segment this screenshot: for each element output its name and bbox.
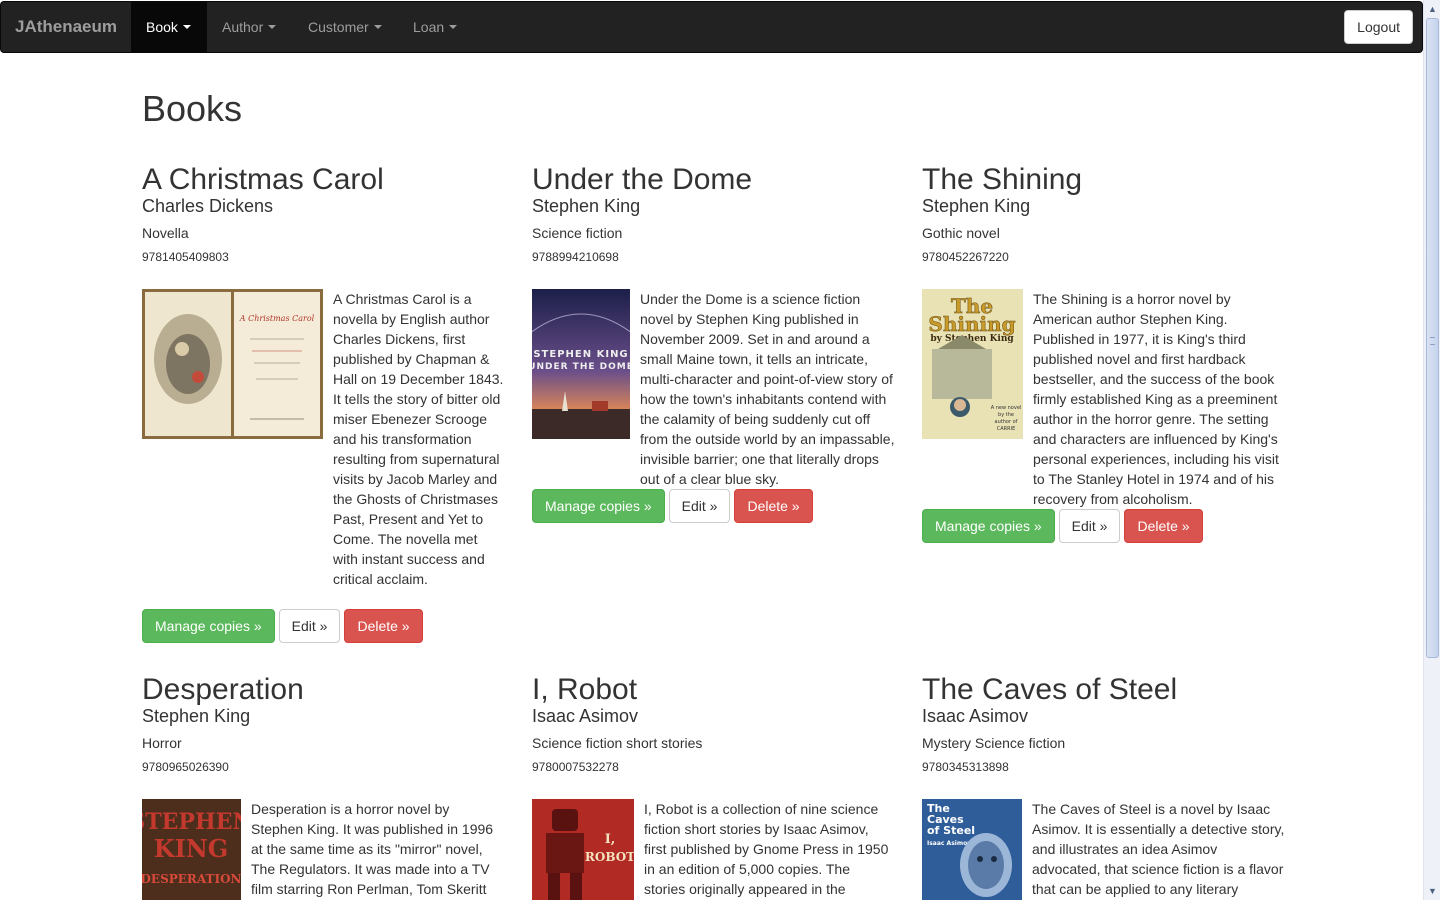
nav-book-dropdown[interactable]: Book — [131, 2, 207, 52]
nav-author-dropdown[interactable]: Author — [207, 2, 291, 52]
manage-copies-button[interactable]: Manage copies » — [532, 489, 665, 523]
scroll-up-arrow-icon[interactable]: ▲ — [1426, 2, 1439, 16]
book-card: I, Robot Isaac Asimov Science fiction sh… — [532, 672, 892, 900]
nav-customer-dropdown[interactable]: Customer — [293, 2, 397, 52]
book-description: I, Robot is a collection of nine science… — [644, 801, 889, 897]
nav-book-label: Book — [146, 19, 178, 35]
delete-button[interactable]: Delete » — [344, 609, 423, 643]
edit-button[interactable]: Edit » — [1058, 509, 1121, 543]
svg-text:CARRIE: CARRIE — [997, 426, 1016, 432]
book-cover-image: I, ROBOT — [532, 799, 634, 900]
page-title: Books — [142, 88, 243, 129]
book-genre: Mystery Science fiction — [922, 735, 1066, 751]
svg-text:DESPERATION: DESPERATION — [142, 872, 241, 886]
nav-customer-label: Customer — [308, 19, 369, 35]
book-title: A Christmas Carol — [142, 163, 384, 196]
scroll-down-arrow-icon[interactable]: ▼ — [1426, 884, 1439, 898]
book-card: The Caves of Steel Isaac Asimov Mystery … — [922, 672, 1284, 900]
brand-logo[interactable]: JAthenaeum — [1, 2, 131, 52]
svg-text:Shining: Shining — [928, 312, 1015, 336]
book-title: Under the Dome — [532, 163, 753, 196]
svg-text:of Steel: of Steel — [927, 824, 975, 837]
book-title: Desperation — [142, 673, 304, 706]
manage-copies-button[interactable]: Manage copies » — [142, 609, 275, 643]
delete-button[interactable]: Delete » — [1124, 509, 1203, 543]
book-author: Stephen King — [532, 196, 641, 216]
book-isbn: 9781405409803 — [142, 250, 229, 264]
book-isbn: 9780965026390 — [142, 760, 229, 774]
book-card: A Christmas Carol Charles Dickens Novell… — [142, 162, 503, 643]
book-description: A Christmas Carol is a novella by Englis… — [333, 291, 504, 587]
book-author: Isaac Asimov — [922, 706, 1029, 726]
book-genre: Gothic novel — [922, 225, 1000, 241]
book-genre: Novella — [142, 225, 189, 241]
book-title: The Caves of Steel — [922, 673, 1178, 706]
book-isbn: 9780345313898 — [922, 760, 1009, 774]
book-cover-image: The Caves of Steel Isaac Asimov — [922, 799, 1022, 900]
logout-button[interactable]: Logout — [1344, 10, 1413, 44]
book-title: I, Robot — [532, 673, 638, 706]
svg-text:I,: I, — [605, 832, 616, 847]
svg-text:STEPHEN KING: STEPHEN KING — [533, 349, 628, 360]
nav-author-label: Author — [222, 19, 264, 35]
svg-text:UNDER THE DOME: UNDER THE DOME — [532, 362, 630, 372]
nav-loan-label: Loan — [413, 19, 445, 35]
book-author: Stephen King — [922, 196, 1031, 216]
book-author: Stephen King — [142, 706, 251, 726]
nav-loan-dropdown[interactable]: Loan — [398, 2, 472, 52]
svg-text:A new novel: A new novel — [991, 405, 1022, 411]
vertical-scrollbar[interactable]: ▲ ▼ — [1423, 0, 1440, 900]
edit-button[interactable]: Edit » — [668, 489, 731, 523]
book-card: Under the Dome Stephen King Science fict… — [532, 162, 894, 523]
svg-text:STEPHEN: STEPHEN — [142, 809, 241, 835]
svg-text:A Christmas Carol: A Christmas Carol — [239, 314, 315, 323]
navbar: JAthenaeum Book Author Customer Loan Log… — [0, 1, 1423, 53]
book-description: The Shining is a horror novel by America… — [1033, 291, 1279, 507]
book-description: Desperation is a horror novel by Stephen… — [251, 801, 494, 897]
book-cover-image: The Shining by Stephen King A new novel … — [922, 289, 1023, 439]
edit-button[interactable]: Edit » — [278, 609, 341, 643]
svg-text:author of: author of — [995, 419, 1018, 425]
caret-down-icon — [182, 25, 191, 29]
caret-down-icon — [373, 25, 382, 29]
delete-button[interactable]: Delete » — [734, 489, 813, 523]
book-isbn: 9780452267220 — [922, 250, 1009, 264]
svg-text:by the: by the — [998, 412, 1014, 418]
caret-down-icon — [268, 25, 277, 29]
book-author: Isaac Asimov — [532, 706, 639, 726]
book-isbn: 9780007532278 — [532, 760, 619, 774]
caret-down-icon — [449, 25, 458, 29]
manage-copies-button[interactable]: Manage copies » — [922, 509, 1055, 543]
book-genre: Science fiction — [532, 225, 623, 241]
book-description: Under the Dome is a science fiction nove… — [640, 291, 895, 487]
svg-text:ROBOT: ROBOT — [585, 850, 634, 864]
book-description: The Caves of Steel is a novel by Isaac A… — [1032, 801, 1285, 897]
book-isbn: 9788994210698 — [532, 250, 619, 264]
book-cover-image: STEPHEN KING DESPERATION — [142, 799, 241, 900]
scroll-grip-icon — [1430, 337, 1435, 345]
book-actions: Manage copies » Edit » Delete » — [532, 489, 813, 523]
book-actions: Manage copies » Edit » Delete » — [922, 509, 1203, 543]
book-title: The Shining — [922, 163, 1083, 196]
book-cover-image: A Christmas Carol — [142, 289, 323, 439]
book-genre: Horror — [142, 735, 182, 751]
book-card: The Shining Stephen King Gothic novel 97… — [922, 162, 1282, 543]
svg-text:KING: KING — [154, 834, 229, 863]
book-cover-image: STEPHEN KING UNDER THE DOME — [532, 289, 630, 439]
book-author: Charles Dickens — [142, 196, 274, 216]
scroll-thumb[interactable] — [1426, 18, 1439, 658]
svg-text:Isaac Asimov: Isaac Asimov — [927, 840, 971, 847]
book-actions: Manage copies » Edit » Delete » — [142, 609, 423, 643]
book-genre: Science fiction short stories — [532, 735, 703, 751]
book-card: Desperation Stephen King Horror 97809650… — [142, 672, 502, 900]
